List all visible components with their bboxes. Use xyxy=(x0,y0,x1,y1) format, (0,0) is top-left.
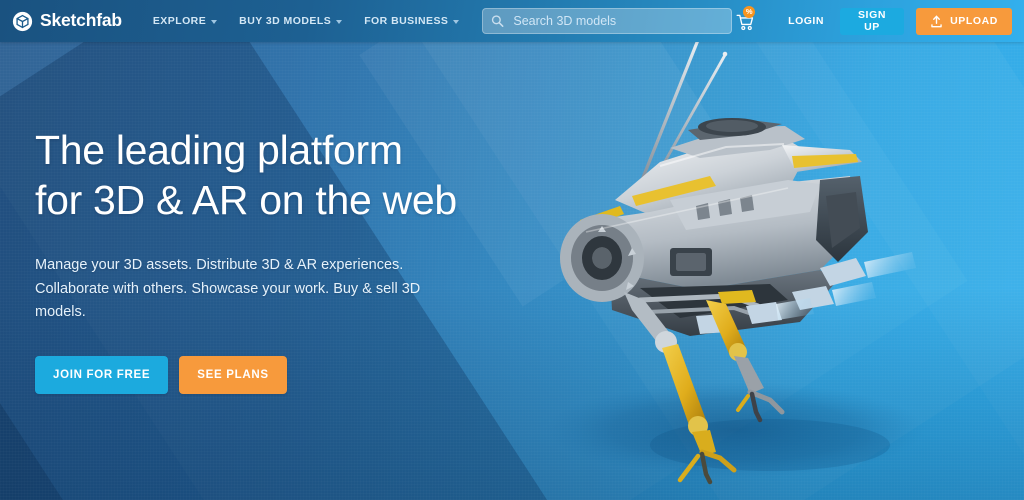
search-icon xyxy=(492,15,504,27)
nav-item-for-business[interactable]: FOR BUSINESS xyxy=(353,2,470,40)
see-plans-button[interactable]: SEE PLANS xyxy=(179,356,287,395)
mech-walker-illustration xyxy=(545,36,925,485)
sketchfab-homepage: Sketchfab EXPLORE BUY 3D MODELS FOR BUSI… xyxy=(0,0,1024,500)
upload-button-label: UPLOAD xyxy=(950,15,998,27)
hero-cta-row: JOIN FOR FREE SEE PLANS xyxy=(35,356,520,395)
hero-headline-line-2: for 3D & AR on the web xyxy=(35,177,457,224)
brand-name: Sketchfab xyxy=(40,10,122,31)
header-actions: % LOGIN SIGN UP UPLOAD xyxy=(732,0,1012,42)
hero-3d-model xyxy=(520,0,1024,500)
model-hull xyxy=(560,118,868,336)
model-ground-shadow xyxy=(545,382,925,478)
model-thrusters xyxy=(696,252,916,334)
sketchfab-logo-link[interactable]: Sketchfab xyxy=(12,11,122,32)
upload-button[interactable]: UPLOAD xyxy=(916,7,1012,35)
hero-headline-line-1: The leading platform xyxy=(35,127,403,173)
chevron-down-icon xyxy=(453,19,460,24)
cart-button[interactable]: % xyxy=(732,0,758,42)
hero-headline: The leading platform for 3D & AR on the … xyxy=(35,125,520,225)
search-container xyxy=(482,8,733,34)
login-link[interactable]: LOGIN xyxy=(772,15,840,27)
upload-arrow-icon xyxy=(931,15,942,27)
nav-item-buy-3d-models-label: BUY 3D MODELS xyxy=(239,15,332,27)
search-input[interactable] xyxy=(482,8,733,34)
signup-button[interactable]: SIGN UP xyxy=(839,7,905,35)
chevron-down-icon xyxy=(211,19,218,24)
join-for-free-button[interactable]: JOIN FOR FREE xyxy=(35,356,169,395)
site-header: Sketchfab EXPLORE BUY 3D MODELS FOR BUSI… xyxy=(0,0,1024,42)
nav-item-explore-label: EXPLORE xyxy=(152,15,207,27)
main-navigation: EXPLORE BUY 3D MODELS FOR BUSINESS xyxy=(142,2,471,40)
nav-item-explore[interactable]: EXPLORE xyxy=(142,2,228,40)
nav-item-for-business-label: FOR BUSINESS xyxy=(364,15,449,27)
hero-section: The leading platform for 3D & AR on the … xyxy=(0,42,520,395)
model-ground-shadow-core xyxy=(650,419,890,471)
model-antennae xyxy=(636,36,728,192)
model-legs xyxy=(624,292,785,485)
sketchfab-cube-logo-icon xyxy=(12,11,33,31)
chevron-down-icon xyxy=(336,19,343,24)
hero-subtitle: Manage your 3D assets. Distribute 3D & A… xyxy=(35,257,421,320)
background-diagonal-band xyxy=(560,0,1024,495)
nav-item-buy-3d-models[interactable]: BUY 3D MODELS xyxy=(228,2,353,40)
